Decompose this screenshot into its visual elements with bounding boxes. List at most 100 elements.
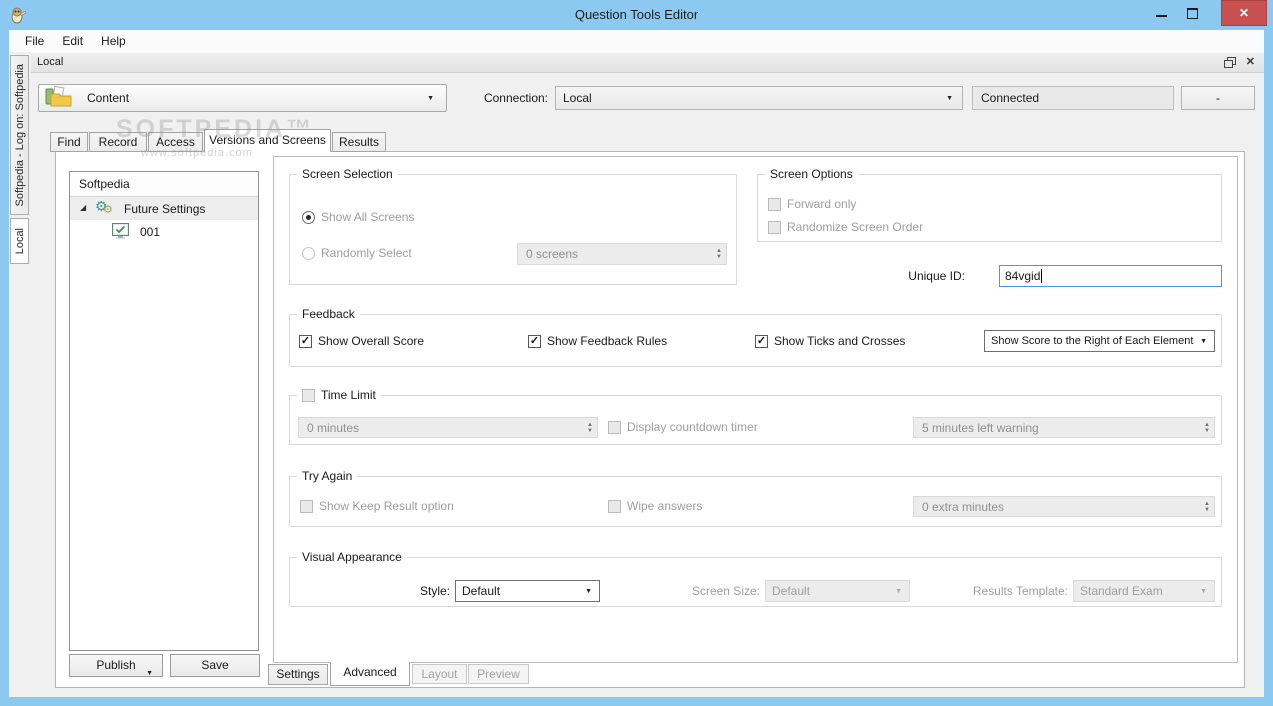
side-tab-strip: Softpedia - Log on: Softpedia Local bbox=[9, 52, 31, 697]
checkbox-show-ticks-crosses[interactable]: ✓ Show Ticks and Crosses bbox=[755, 334, 905, 348]
spinner-buttons[interactable]: ▲ ▼ bbox=[1204, 422, 1210, 434]
dropdown-arrow-icon: ▼ bbox=[427, 94, 434, 102]
content-selector-label: Content bbox=[87, 91, 130, 105]
tab-access[interactable]: Access bbox=[148, 132, 203, 152]
menu-edit[interactable]: Edit bbox=[53, 31, 92, 51]
checkbox-unchecked-icon bbox=[608, 420, 621, 434]
checkbox-unchecked-icon bbox=[300, 499, 313, 513]
disconnect-button[interactable]: - bbox=[1181, 86, 1255, 110]
checkbox-forward-only[interactable]: Forward only bbox=[768, 197, 856, 211]
time-limit-minutes-spinner[interactable]: 0 minutes ▲ ▼ bbox=[298, 417, 598, 438]
screen-selection-group: Screen Selection Show All Screens Random… bbox=[289, 167, 737, 285]
tab-layout[interactable]: Layout bbox=[412, 664, 467, 684]
minimize-button[interactable] bbox=[1147, 2, 1176, 24]
tree-item-001[interactable]: 001 bbox=[70, 220, 258, 243]
maximize-button[interactable] bbox=[1178, 2, 1207, 24]
warning-minutes-spinner[interactable]: 5 minutes left warning ▲ ▼ bbox=[913, 417, 1215, 438]
score-position-select[interactable]: Show Score to the Right of Each Element … bbox=[984, 330, 1215, 352]
dock-panel-header[interactable]: Local ✕ bbox=[31, 52, 1264, 73]
dropdown-arrow-icon: ▼ bbox=[1200, 587, 1207, 595]
connection-label: Connection: bbox=[483, 91, 548, 105]
menu-file[interactable]: File bbox=[16, 31, 53, 51]
save-button[interactable]: Save bbox=[170, 654, 260, 677]
tab-results[interactable]: Results bbox=[332, 132, 386, 152]
tab-settings[interactable]: Settings bbox=[268, 664, 328, 685]
unique-id-input[interactable]: 84vgid bbox=[999, 265, 1222, 287]
connection-select[interactable]: Local ▼ bbox=[555, 86, 963, 110]
menu-help[interactable]: Help bbox=[92, 31, 135, 51]
dropdown-arrow-icon: ▼ bbox=[1200, 337, 1207, 345]
screens-count-spinner[interactable]: 0 screens ▲ ▼ bbox=[517, 243, 727, 265]
advanced-form-panel: Screen Selection Show All Screens Random… bbox=[273, 156, 1238, 663]
spinner-down-icon[interactable]: ▼ bbox=[1204, 428, 1210, 434]
extra-minutes-spinner[interactable]: 0 extra minutes ▲ ▼ bbox=[913, 496, 1215, 517]
checkbox-show-overall-score[interactable]: ✓ Show Overall Score bbox=[299, 334, 424, 348]
maximize-icon bbox=[1187, 8, 1198, 19]
spinner-down-icon[interactable]: ▼ bbox=[1204, 507, 1210, 513]
spinner-buttons[interactable]: ▲ ▼ bbox=[716, 248, 722, 260]
checkbox-keep-result[interactable]: Show Keep Result option bbox=[300, 499, 454, 513]
dock-title: Local bbox=[37, 56, 64, 68]
checkbox-unchecked-icon bbox=[608, 499, 621, 513]
float-window-icon[interactable] bbox=[1224, 57, 1236, 69]
results-template-label: Results Template: bbox=[972, 584, 1068, 598]
style-label: Style: bbox=[419, 584, 450, 598]
screen-check-icon bbox=[112, 223, 129, 242]
tab-record[interactable]: Record bbox=[89, 132, 147, 152]
checkbox-unchecked-icon bbox=[768, 197, 781, 211]
spinner-down-icon[interactable]: ▼ bbox=[587, 428, 593, 434]
menu-bar: File Edit Help bbox=[9, 30, 1264, 52]
checkbox-show-feedback-rules[interactable]: ✓ Show Feedback Rules bbox=[528, 334, 667, 348]
tree-header: Softpedia bbox=[70, 172, 258, 197]
client-area: File Edit Help Softpedia - Log on: Softp… bbox=[9, 30, 1264, 697]
dropdown-arrow-icon: ▼ bbox=[585, 587, 592, 595]
gears-icon: ⚙ ⚙ bbox=[95, 198, 113, 216]
tree-item-future-settings[interactable]: ◢ ⚙ ⚙ Future Settings bbox=[70, 197, 258, 220]
feedback-group: Feedback ✓ Show Overall Score ✓ Show Fee… bbox=[289, 307, 1222, 367]
sidebar-tab-logon[interactable]: Softpedia - Log on: Softpedia bbox=[10, 55, 29, 215]
main-tab-bar: Find Record Access Versions and Screens … bbox=[50, 129, 387, 152]
spinner-buttons[interactable]: ▲ ▼ bbox=[587, 422, 593, 434]
checkbox-time-limit[interactable] bbox=[302, 388, 315, 402]
titlebar[interactable]: Question Tools Editor ✕ bbox=[0, 0, 1273, 30]
radio-show-all-screens[interactable]: Show All Screens bbox=[302, 210, 414, 224]
unique-id-label: Unique ID: bbox=[908, 269, 965, 283]
tab-versions-and-screens[interactable]: Versions and Screens bbox=[204, 129, 331, 152]
window-title: Question Tools Editor bbox=[574, 7, 699, 22]
screen-options-group: Screen Options Forward only Randomize Sc… bbox=[757, 167, 1222, 242]
checkbox-checked-icon: ✓ bbox=[299, 334, 312, 348]
try-again-group: Try Again Show Keep Result option Wipe a… bbox=[289, 469, 1222, 527]
screen-size-label: Screen Size: bbox=[691, 584, 760, 598]
tab-advanced[interactable]: Advanced bbox=[330, 662, 410, 686]
tab-preview[interactable]: Preview bbox=[468, 664, 529, 684]
close-button[interactable]: ✕ bbox=[1221, 0, 1267, 26]
checkbox-randomize-order[interactable]: Randomize Screen Order bbox=[768, 220, 923, 234]
dock-close-icon[interactable]: ✕ bbox=[1246, 55, 1255, 68]
close-icon: ✕ bbox=[1238, 6, 1250, 20]
content-selector[interactable]: Content ▼ bbox=[38, 84, 447, 112]
expander-icon[interactable]: ◢ bbox=[80, 203, 86, 213]
checkbox-checked-icon: ✓ bbox=[528, 334, 541, 348]
minimize-icon bbox=[1156, 15, 1167, 17]
versions-tab-page: Softpedia ◢ ⚙ ⚙ Future Settings 001 Publ… bbox=[55, 151, 1245, 688]
text-caret bbox=[1041, 269, 1043, 283]
app-window: Question Tools Editor ✕ File Edit Help S… bbox=[0, 0, 1273, 706]
sidebar-tab-local[interactable]: Local bbox=[10, 218, 29, 264]
connection-status: Connected bbox=[972, 86, 1174, 110]
results-template-select[interactable]: Standard Exam ▼ bbox=[1073, 580, 1215, 602]
style-select[interactable]: Default ▼ bbox=[455, 580, 600, 602]
spinner-down-icon[interactable]: ▼ bbox=[716, 254, 722, 260]
folder-icon bbox=[45, 85, 73, 111]
tab-find[interactable]: Find bbox=[50, 132, 88, 152]
checkbox-countdown-timer[interactable]: Display countdown timer bbox=[608, 420, 758, 434]
checkbox-wipe-answers[interactable]: Wipe answers bbox=[608, 499, 702, 513]
checkbox-unchecked-icon bbox=[768, 220, 781, 234]
publish-button[interactable]: Publish ▼ bbox=[69, 654, 163, 677]
radio-randomly-select[interactable]: Randomly Select bbox=[302, 246, 412, 260]
radio-unselected-icon bbox=[302, 246, 315, 260]
dropdown-arrow-icon: ▼ bbox=[946, 94, 953, 102]
spinner-buttons[interactable]: ▲ ▼ bbox=[1204, 501, 1210, 513]
dropdown-arrow-icon[interactable]: ▼ bbox=[146, 663, 153, 684]
visual-appearance-group: Visual Appearance Style: Default ▼ Scree… bbox=[289, 550, 1222, 607]
radio-selected-icon bbox=[302, 210, 315, 224]
